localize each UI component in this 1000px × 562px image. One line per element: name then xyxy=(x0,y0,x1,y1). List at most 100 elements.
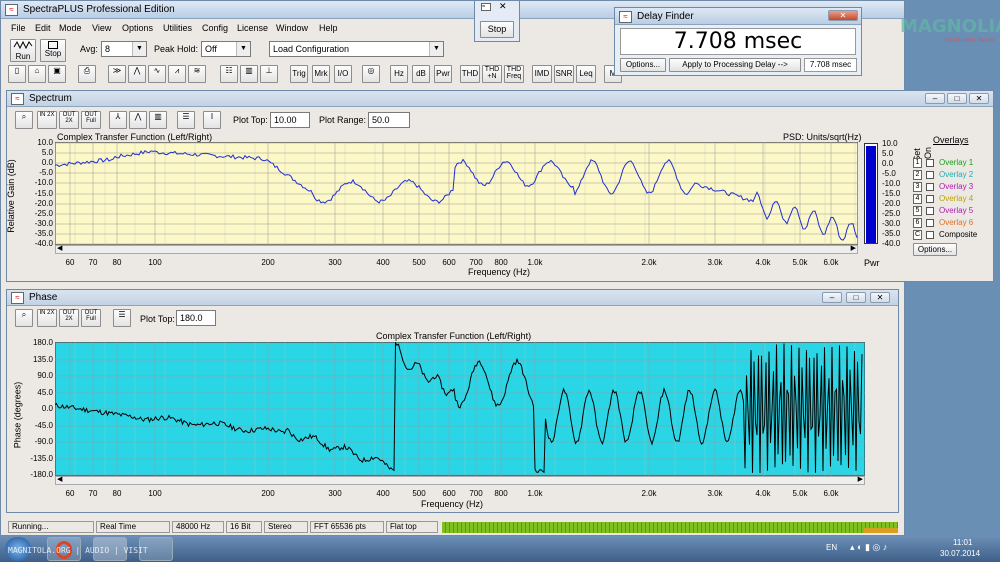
apply-delay-button[interactable]: Apply to Processing Delay --> xyxy=(669,58,801,72)
menu-license[interactable]: License xyxy=(237,23,268,33)
zoom-full-icon[interactable]: OUT Full xyxy=(81,309,101,327)
scroll-right-icon[interactable]: ▶ xyxy=(858,475,863,483)
zoom-icon[interactable]: ⌕ xyxy=(15,309,33,327)
overlay-row[interactable]: 2 Overlay 2 xyxy=(913,170,993,181)
minimize-icon[interactable]: – xyxy=(822,292,842,303)
settings-icon[interactable]: ☰ xyxy=(113,309,131,327)
minimize-icon[interactable]: – xyxy=(925,93,945,104)
scroll-right-icon[interactable]: ▶ xyxy=(851,244,856,252)
pwr-button[interactable]: Pwr xyxy=(434,65,452,83)
maximize-icon[interactable]: □ xyxy=(947,93,967,104)
overlay-set-button[interactable]: 3 xyxy=(913,182,922,192)
overlay-checkbox[interactable] xyxy=(926,207,934,215)
config-select[interactable]: Load Configuration ▼ xyxy=(269,41,444,57)
close-icon[interactable]: ✕ xyxy=(828,10,858,21)
zoom-out-2x-icon[interactable]: OUT 2X xyxy=(59,111,79,129)
menu-edit[interactable]: Edit xyxy=(35,23,51,33)
overlay-checkbox[interactable] xyxy=(926,171,934,179)
menu-options[interactable]: Options xyxy=(122,23,153,33)
thdfreq-button[interactable]: THD Freq xyxy=(504,65,524,83)
io-button[interactable]: I/O xyxy=(334,65,352,83)
hz-button[interactable]: Hz xyxy=(390,65,408,83)
overlay-set-button[interactable]: 2 xyxy=(913,170,922,180)
overlay-set-button[interactable]: 1 xyxy=(913,158,922,168)
zoom-out-2x-icon[interactable]: OUT 2X xyxy=(59,309,79,327)
open-folder-icon[interactable]: ⌂ xyxy=(28,65,46,83)
overlay-row[interactable]: 3 Overlay 3 xyxy=(913,182,993,193)
stop-popup-button[interactable]: Stop xyxy=(480,21,514,38)
delay-options-button[interactable]: Options... xyxy=(620,58,666,72)
phase-plot-top-input[interactable]: 180.0 xyxy=(176,310,216,326)
thd-button[interactable]: THD xyxy=(460,65,480,83)
menu-help[interactable]: Help xyxy=(319,23,338,33)
overlay-set-button[interactable]: C xyxy=(913,230,922,240)
menu-utilities[interactable]: Utilities xyxy=(163,23,192,33)
waterfall-icon[interactable]: ≋ xyxy=(188,65,206,83)
language-indicator[interactable]: EN xyxy=(826,543,837,552)
menu-file[interactable]: File xyxy=(11,23,26,33)
menu-window[interactable]: Window xyxy=(276,23,308,33)
run-button[interactable]: Run xyxy=(10,39,36,62)
cursor-icon[interactable]: I xyxy=(203,111,221,129)
graph-icon[interactable]: ⋀ xyxy=(128,65,146,83)
meter-icon[interactable]: ▥ xyxy=(240,65,258,83)
settings-icon[interactable]: ☰ xyxy=(177,111,195,129)
overlay-row[interactable]: 1 Overlay 1 xyxy=(913,158,993,169)
save-icon[interactable]: ▣ xyxy=(48,65,66,83)
db-button[interactable]: dB xyxy=(412,65,430,83)
trig-button[interactable]: Trig xyxy=(290,65,308,83)
scroll-left-icon[interactable]: ◀ xyxy=(57,475,62,483)
peakhold-select[interactable]: Off ▼ xyxy=(201,41,251,57)
wave-icon[interactable]: ∿ xyxy=(148,65,166,83)
avg-select[interactable]: 8 ▼ xyxy=(101,41,147,57)
maximize-icon[interactable]: □ xyxy=(846,292,866,303)
generator-icon[interactable]: ◎ xyxy=(362,65,380,83)
zoom-in-2x-icon[interactable]: IN 2X xyxy=(37,309,57,327)
overlay-set-button[interactable]: 6 xyxy=(913,218,922,228)
overlay-row[interactable]: 6 Overlay 6 xyxy=(913,218,993,229)
plot-range-input[interactable]: 50.0 xyxy=(368,112,410,128)
leq-button[interactable]: Leq xyxy=(576,65,596,83)
imd-button[interactable]: IMD xyxy=(532,65,552,83)
table-icon[interactable]: ☷ xyxy=(220,65,238,83)
overlay-row[interactable]: 4 Overlay 4 xyxy=(913,194,993,205)
thdn-button[interactable]: THD +N xyxy=(482,65,502,83)
line-graph-icon[interactable]: ⋀ xyxy=(129,111,147,129)
overlay-checkbox[interactable] xyxy=(926,219,934,227)
overlay-set-button[interactable]: 4 xyxy=(913,194,922,204)
menu-view[interactable]: View xyxy=(92,23,111,33)
overlay-checkbox[interactable] xyxy=(926,231,934,239)
snr-button[interactable]: SNR xyxy=(554,65,574,83)
phase-scrollbar[interactable]: ◀ ▶ xyxy=(55,476,865,485)
chart-icon[interactable]: ⩘ xyxy=(168,65,186,83)
peak-icon[interactable]: ⅄ xyxy=(109,111,127,129)
bar-graph-icon[interactable]: ▥ xyxy=(149,111,167,129)
scroll-left-icon[interactable]: ◀ xyxy=(57,244,62,252)
spectrum-scrollbar[interactable]: ◀ ▶ xyxy=(55,245,858,254)
clock-date[interactable]: 30.07.2014 xyxy=(940,549,980,558)
overlay-set-button[interactable]: 5 xyxy=(913,206,922,216)
zoom-icon[interactable]: ⌕ xyxy=(15,111,33,129)
spectrum-mode-icon[interactable]: ≫ xyxy=(108,65,126,83)
print-icon[interactable]: ⎙ xyxy=(78,65,96,83)
menu-config[interactable]: Config xyxy=(202,23,228,33)
tray-icons[interactable]: ▴ ◐ ▮ ◎ ♪ xyxy=(850,542,887,553)
stop-button[interactable]: Stop xyxy=(40,39,66,62)
overlay-checkbox[interactable] xyxy=(926,159,934,167)
overlay-checkbox[interactable] xyxy=(926,195,934,203)
plot-top-input[interactable]: 10.00 xyxy=(270,112,310,128)
zoom-full-icon[interactable]: OUT Full xyxy=(81,111,101,129)
overlays-options-button[interactable]: Options... xyxy=(913,243,957,256)
close-icon[interactable]: ✕ xyxy=(870,292,890,303)
zoom-in-2x-icon[interactable]: IN 2X xyxy=(37,111,57,129)
level-icon[interactable]: ⊥ xyxy=(260,65,278,83)
overlay-row[interactable]: 5 Overlay 5 xyxy=(913,206,993,217)
overlay-row[interactable]: C Composite xyxy=(913,230,993,241)
close-icon[interactable]: ✕ xyxy=(499,1,507,12)
close-icon[interactable]: ✕ xyxy=(969,93,989,104)
overlay-checkbox[interactable] xyxy=(926,183,934,191)
new-file-icon[interactable]: ▯ xyxy=(8,65,26,83)
mrk-button[interactable]: Mrk xyxy=(312,65,330,83)
menu-mode[interactable]: Mode xyxy=(59,23,82,33)
clock-time[interactable]: 11:01 xyxy=(953,538,972,547)
